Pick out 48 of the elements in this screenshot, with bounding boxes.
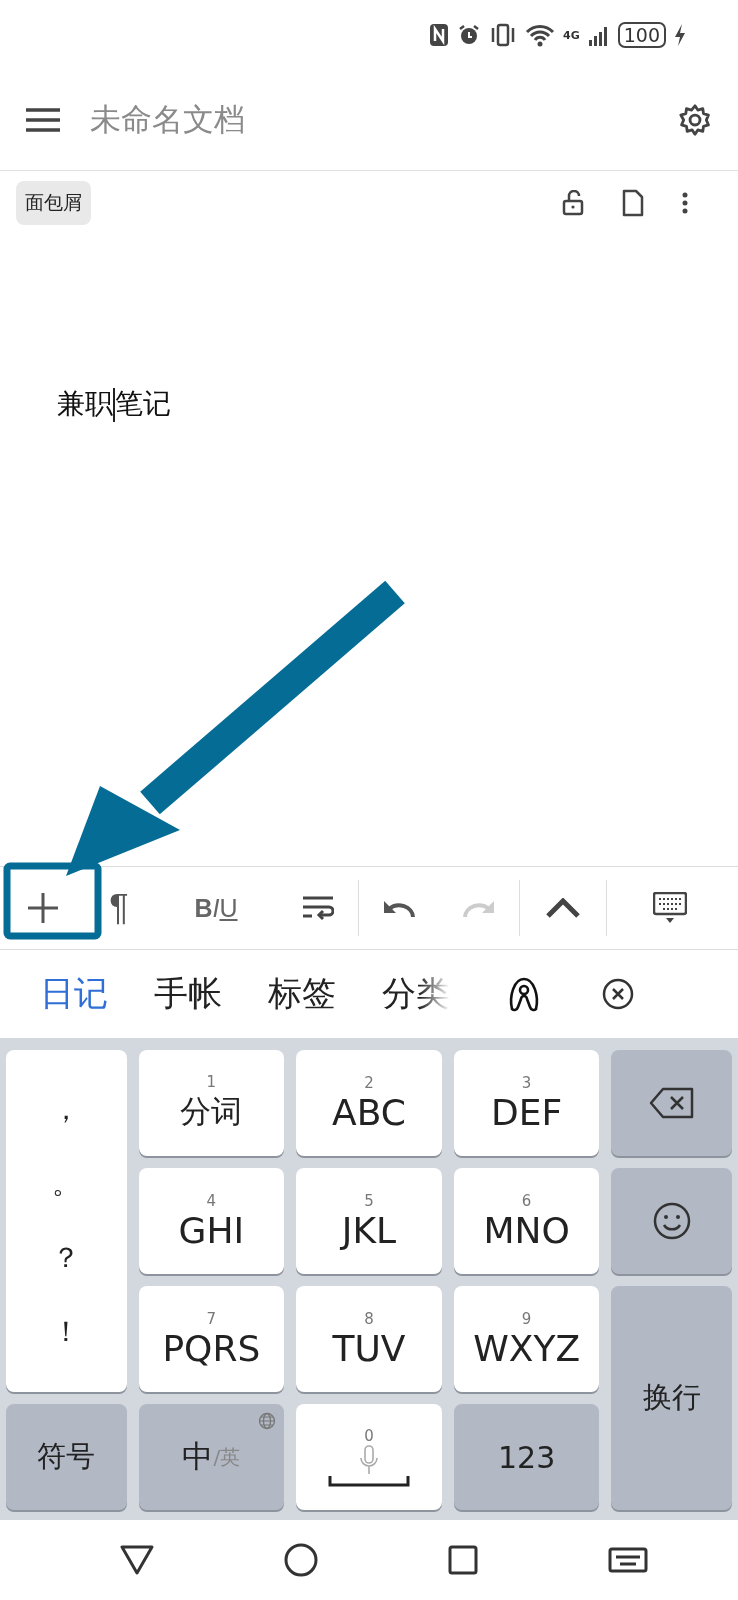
battery-level: 100 <box>617 22 666 48</box>
emoji-key[interactable] <box>611 1168 732 1274</box>
suggestion-item[interactable]: 日记 <box>40 971 108 1017</box>
nfc-icon <box>429 23 450 47</box>
punctuation-key[interactable]: ， 。 ？ ！ <box>6 1050 127 1392</box>
smiley-icon <box>651 1201 692 1241</box>
settings-icon[interactable] <box>678 103 712 137</box>
space-key[interactable]: 0 <box>296 1404 442 1510</box>
home-icon[interactable] <box>284 1543 318 1577</box>
suggestion-item[interactable]: 分类 <box>382 971 450 1017</box>
letter-key[interactable]: 5 JKL <box>296 1168 442 1274</box>
more-icon[interactable] <box>682 192 688 214</box>
suggestion-item[interactable]: 手帐 <box>154 971 222 1017</box>
wrap-icon <box>302 895 334 921</box>
document-text[interactable]: 兼职笔记 <box>57 387 171 420</box>
suggestion-item[interactable]: 标签 <box>268 971 336 1017</box>
network-type: 4G <box>563 28 580 42</box>
symbols-key[interactable]: 符号 <box>6 1404 127 1510</box>
breadcrumb-chip[interactable]: 面包屑 <box>16 181 91 225</box>
globe-icon <box>258 1412 277 1430</box>
back-icon[interactable] <box>120 1545 154 1575</box>
plus-icon <box>27 892 59 924</box>
letter-key[interactable]: 9 WXYZ <box>453 1286 600 1392</box>
numbers-key[interactable]: 123 <box>453 1404 600 1510</box>
chevron-up-icon <box>546 898 580 918</box>
keyboard-icon <box>652 892 687 924</box>
text-format-button[interactable]: BIU <box>154 867 278 949</box>
letter-key[interactable]: 2 ABC <box>296 1050 442 1156</box>
letter-key[interactable]: 6 MNO <box>453 1168 600 1274</box>
letter-key[interactable]: 4 GHI <box>138 1168 285 1274</box>
menu-icon[interactable] <box>26 108 60 132</box>
wifi-icon <box>525 23 556 47</box>
space-bar-icon <box>328 1475 410 1487</box>
letter-key[interactable]: 8 TUV <box>296 1286 442 1392</box>
backspace-icon <box>648 1087 695 1119</box>
paragraph-button[interactable]: ¶ <box>84 867 154 949</box>
unlock-icon[interactable] <box>562 190 584 216</box>
letter-key[interactable]: 1 分词 <box>138 1050 285 1156</box>
letter-key[interactable]: 3 DEF <box>453 1050 600 1156</box>
document-icon[interactable] <box>622 189 644 217</box>
recents-icon[interactable] <box>448 1545 478 1575</box>
close-icon[interactable] <box>602 978 634 1010</box>
microphone-icon <box>360 1445 378 1475</box>
letter-key[interactable]: 7 PQRS <box>138 1286 285 1392</box>
backspace-key[interactable] <box>611 1050 732 1156</box>
language-key[interactable]: 中/英 <box>138 1404 285 1510</box>
enter-key[interactable]: 换行 <box>611 1286 732 1510</box>
keyboard-icon[interactable] <box>608 1545 648 1575</box>
